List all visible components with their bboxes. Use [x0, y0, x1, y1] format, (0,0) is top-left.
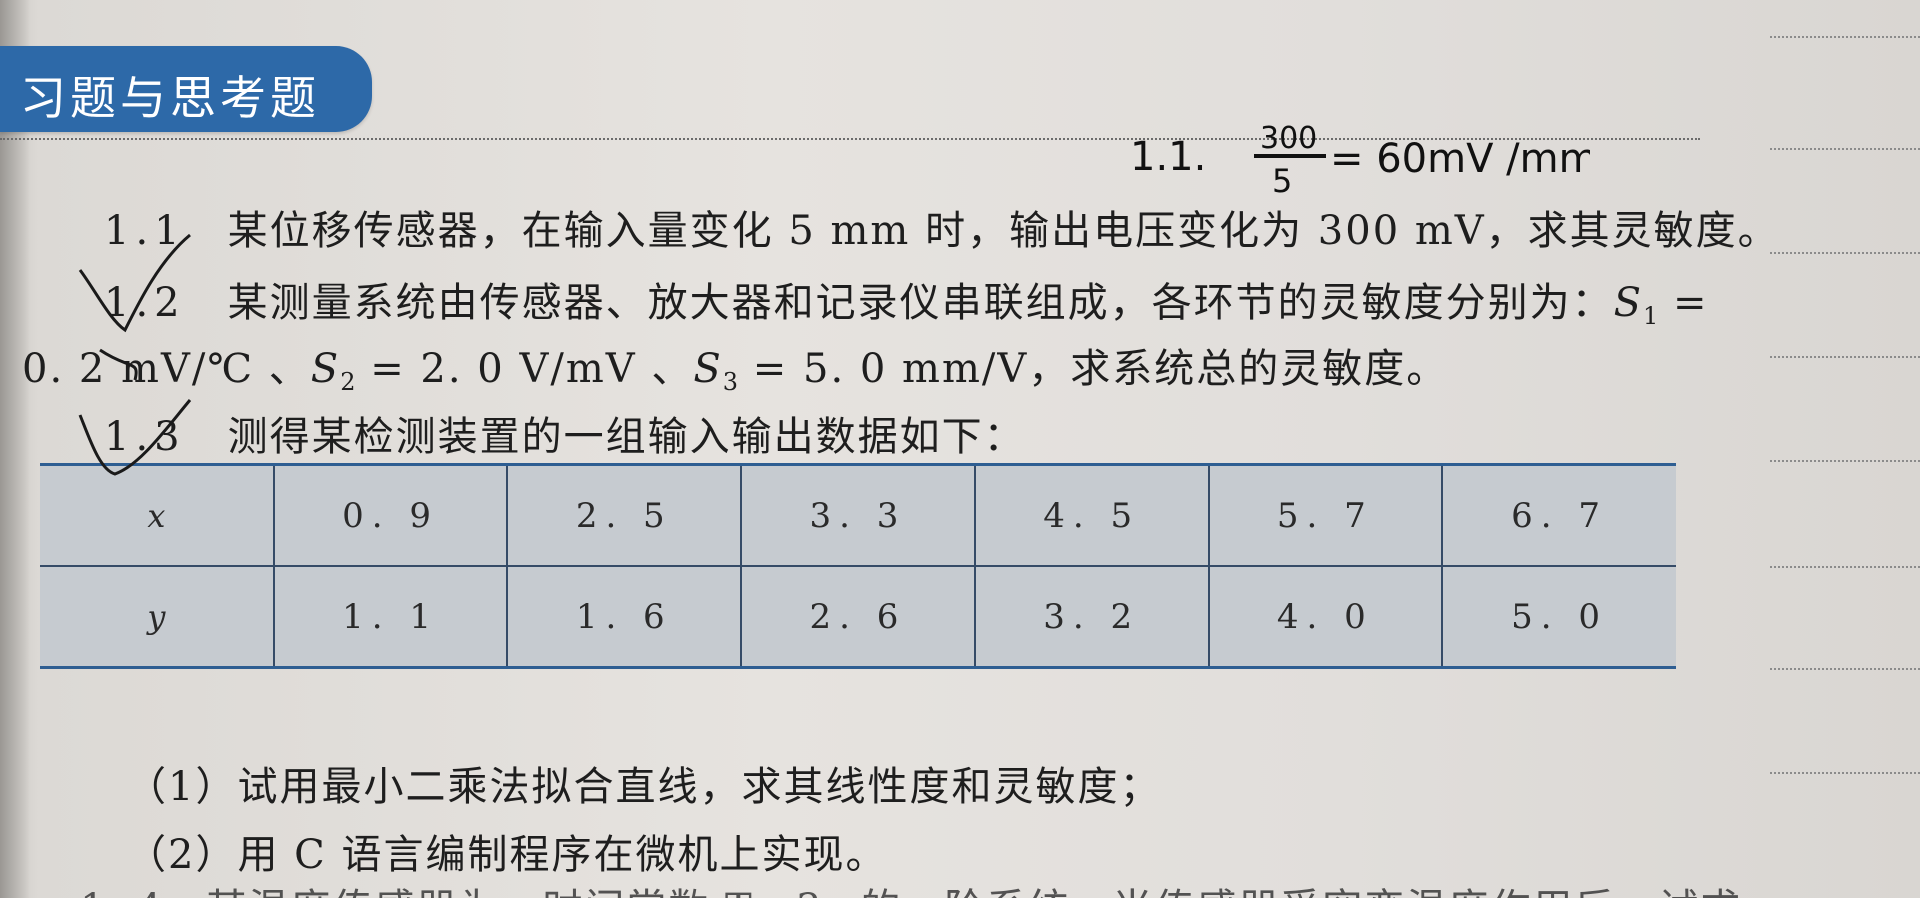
table-row-x: x 0. 9 2. 5 3. 3 4. 5 5. 7 6. 7 — [40, 464, 1676, 567]
table-cell: 2. 5 — [507, 464, 743, 567]
section-title: 习题与思考题 — [20, 71, 320, 125]
table-cell: 1. 6 — [507, 566, 743, 668]
table-cell: 0. 9 — [273, 464, 509, 567]
equals: = — [1658, 280, 1709, 326]
margin-dotted-line — [1770, 566, 1920, 568]
handwritten-label: 1.1. — [1130, 134, 1206, 180]
problem-1-2-continued: 0. 2 mV/℃ 、S2 = 2. 0 V/mV 、S3 = 5. 0 mm/… — [22, 336, 1448, 396]
check-mark — [78, 399, 192, 476]
table-cell: 3. 3 — [741, 464, 976, 567]
margin-dotted-line — [1770, 36, 1920, 38]
margin-dotted-line — [1770, 252, 1920, 254]
table-header-y: y — [40, 566, 275, 668]
check-mark — [99, 348, 138, 381]
s2-value: = 2. 0 V/mV 、 — [355, 346, 694, 392]
problem-1-2: 1.2 某测量系统由传感器、放大器和记录仪串联组成，各环节的灵敏度分别为：S1 … — [104, 270, 1709, 330]
subscript: 3 — [722, 368, 739, 396]
table-row-y: y 1. 1 1. 6 2. 6 3. 2 4. 0 5. 0 — [40, 566, 1676, 668]
table-cell: 6. 7 — [1442, 464, 1676, 567]
problem-1-4-partial: 1. 4 某温度传感器为一时间常数 T＝3s 的一阶系统，当传感器受突变温度作用… — [80, 876, 1742, 898]
sensitivity-symbol: S — [693, 346, 723, 392]
io-data-table: x 0. 9 2. 5 3. 3 4. 5 5. 7 6. 7 y 1. 1 1… — [40, 463, 1676, 669]
s3-value: = 5. 0 mm/V，求系统总的灵敏度。 — [738, 346, 1449, 392]
margin-dotted-line — [1770, 148, 1920, 150]
sensitivity-symbol: S — [310, 346, 341, 392]
handwritten-result: = 60mV /mm — [1330, 136, 1590, 182]
problem-text: 某测量系统由传感器、放大器和记录仪串联组成，各环节的灵敏度分别为： — [227, 280, 1614, 326]
problem-text: 测得某检测装置的一组输入输出数据如下： — [227, 414, 1026, 460]
table-cell: 5. 7 — [1208, 464, 1444, 567]
section-header-banner: 习题与思考题 — [0, 46, 372, 132]
textbook-page: 习题与思考题 1.1. 300 5 = 60mV /mm 1.1 某位移传感器，… — [0, 0, 1920, 898]
table-cell: 4. 5 — [974, 464, 1210, 567]
sub-question-2: （2）用 C 语言编制程序在微机上实现。 — [126, 832, 888, 878]
subscript: 1 — [1643, 302, 1659, 330]
margin-dotted-line — [1770, 356, 1920, 358]
sub-question-1: （1）试用最小二乘法拟合直线，求其线性度和灵敏度； — [126, 764, 1162, 810]
handwritten-denominator: 5 — [1272, 162, 1292, 200]
problem-1-1: 1.1 某位移传感器，在输入量变化 5 mm 时，输出电压变化为 300 mV，… — [104, 198, 1780, 256]
handwritten-annotation: 1.1. 300 5 = 60mV /mm — [1130, 121, 1590, 200]
table-cell: 3. 2 — [974, 566, 1210, 668]
table-cell: 5. 0 — [1511, 596, 1609, 637]
problem-1-3: 1.3 测得某检测装置的一组输入输出数据如下： — [104, 404, 1026, 462]
problem-text: 某位移传感器，在输入量变化 5 mm 时，输出电压变化为 300 mV，求其灵敏… — [227, 208, 1780, 254]
margin-dotted-line — [1770, 668, 1920, 670]
subscript: 2 — [340, 368, 356, 396]
table-cell: 1. 1 — [273, 566, 509, 668]
margin-dotted-line — [1770, 772, 1920, 774]
table-cell: 2. 6 — [741, 566, 976, 668]
table-cell: 4. 0 — [1208, 566, 1444, 668]
sensitivity-symbol: S — [1613, 280, 1644, 326]
handwritten-numerator: 300 — [1260, 121, 1317, 156]
check-mark — [78, 233, 191, 333]
margin-dotted-line — [1770, 460, 1920, 462]
handwritten-check-marks — [78, 233, 192, 476]
